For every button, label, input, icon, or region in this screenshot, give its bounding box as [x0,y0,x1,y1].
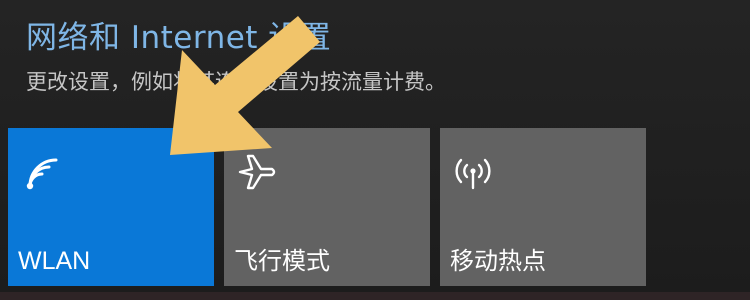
network-flyout: 网络和 Internet 设置 更改设置，例如将某连接设置为按流量计费。 WLA… [0,0,750,300]
wlan-label: WLAN [18,247,91,275]
bottom-border [0,292,750,300]
airplane-mode-tile[interactable]: 飞行模式 [224,128,430,286]
mobile-hotspot-label: 移动热点 [450,247,546,275]
airplane-mode-label: 飞行模式 [234,247,330,275]
mobile-hotspot-tile[interactable]: 移动热点 [440,128,646,286]
settings-description: 更改设置，例如将某连接设置为按流量计费。 [26,70,446,94]
network-internet-settings-link[interactable]: 网络和 Internet 设置 [26,12,331,57]
wlan-tile[interactable]: WLAN [8,128,214,286]
wifi-icon [26,158,58,190]
airplane-icon [238,154,276,190]
hotspot-icon [455,158,491,190]
